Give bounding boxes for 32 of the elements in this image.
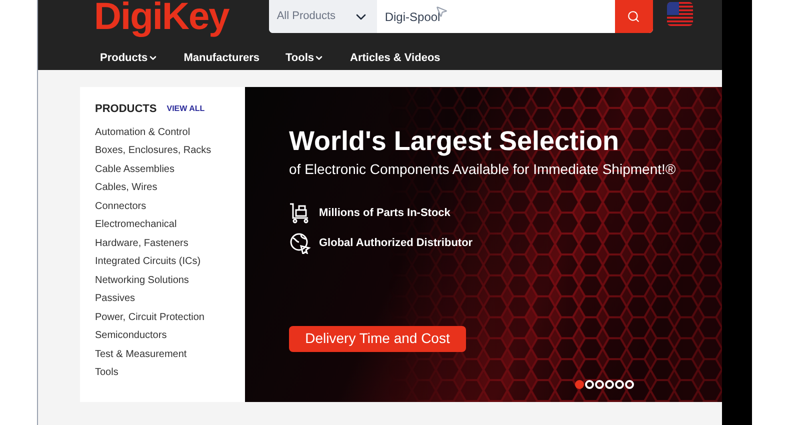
feature-text: Global Authorized Distributor [319,236,473,250]
us-flag-icon[interactable] [666,2,693,26]
view-all-link[interactable]: VIEW ALL [166,103,205,116]
nav-link[interactable]: Manufacturers [184,50,260,66]
globe-plane-icon [289,232,311,254]
product-category-link[interactable]: Automation & Control [95,124,230,142]
delivery-button[interactable]: Delivery Time and Cost [289,326,466,352]
nav-link[interactable]: Products [100,50,158,66]
category-dropdown[interactable]: All Products [268,0,377,33]
product-category-link[interactable]: Networking Solutions [95,272,230,290]
products-heading: PRODUCTS [95,102,157,117]
product-category-link[interactable]: Connectors [95,198,230,216]
product-category-link[interactable]: Cables, Wires [95,179,230,198]
product-category-link[interactable]: Integrated Circuits (ICs) [95,253,230,272]
search-icon [627,10,640,23]
logo[interactable]: DigiKey [94,0,229,36]
product-category-link[interactable]: Test & Measurement [95,346,230,364]
banner-subtitle: of Electronic Components Available for Immediate Shipment!® [289,160,677,179]
product-category-link[interactable]: Cable Assemblies [95,160,230,179]
product-category-link[interactable]: Electromechanical [95,216,230,234]
product-category-link[interactable]: Semiconductors [95,327,230,346]
product-category-link[interactable]: Tools [95,364,230,382]
nav-link[interactable]: Articles & Videos [350,50,440,66]
banner-title: World's Largest Selection [289,125,620,158]
cart-icon [289,202,311,224]
product-category-link[interactable]: Hardware, Fasteners [95,234,230,253]
nav-link[interactable]: Tools [285,50,324,66]
product-category-link[interactable]: Passives [95,290,230,308]
product-category-link[interactable]: Power, Circuit Protection [95,308,230,327]
product-category-link[interactable]: Boxes, Enclosures, Racks [95,142,230,160]
search-button[interactable] [614,0,653,33]
feature-text: Millions of Parts In-Stock [319,206,450,220]
